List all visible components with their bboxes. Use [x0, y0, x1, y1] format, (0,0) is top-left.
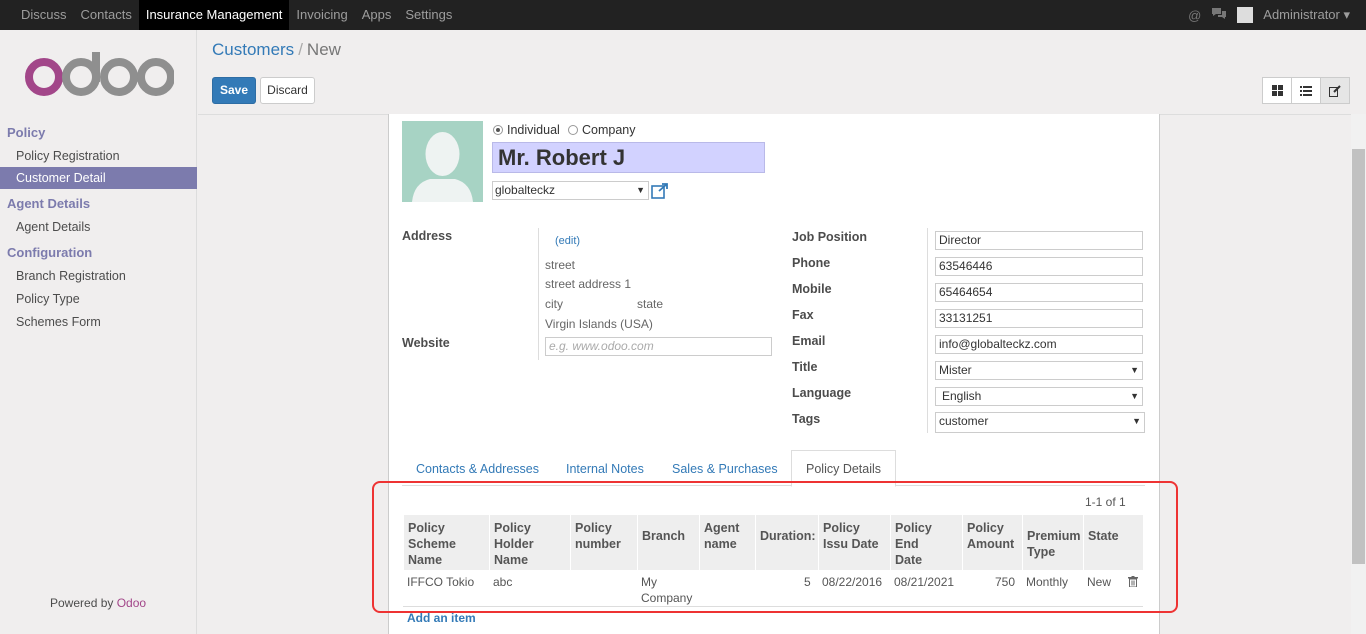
at-sign-icon[interactable]: @ — [1188, 8, 1201, 23]
mobile-input[interactable]: 65464654 — [935, 283, 1143, 302]
list-icon — [1300, 85, 1312, 96]
menu-insurance-management[interactable]: Insurance Management — [138, 0, 290, 30]
menu-invoicing[interactable]: Invoicing — [289, 0, 354, 30]
email-input[interactable]: info@globalteckz.com — [935, 335, 1143, 354]
chevron-down-icon: ▼ — [636, 185, 645, 195]
breadcrumb-current: New — [306, 40, 341, 59]
tab-contacts-addresses[interactable]: Contacts & Addresses — [416, 462, 539, 476]
menu-apps[interactable]: Apps — [355, 0, 399, 30]
street2-field[interactable]: street address 1 — [545, 277, 631, 291]
tags-select[interactable]: customer ▼ — [935, 412, 1145, 433]
edit-icon — [1329, 84, 1341, 97]
app-menu: Discuss Contacts Insurance Management In… — [14, 0, 459, 30]
radio-individual[interactable]: Individual — [493, 123, 560, 137]
user-name: Administrator — [1263, 7, 1340, 22]
title-label: Title — [792, 360, 818, 374]
sidebar-section-configuration: Configuration — [7, 245, 93, 260]
sidebar-item-customer-detail[interactable]: Customer Detail — [0, 167, 197, 189]
radio-individual-dot[interactable] — [493, 125, 503, 135]
breadcrumb: Customers / New — [212, 40, 341, 59]
radio-company-dot[interactable] — [568, 125, 578, 135]
fax-label: Fax — [792, 308, 814, 322]
tags-label: Tags — [792, 412, 821, 426]
user-menu[interactable]: Administrator ▾ — [1263, 7, 1350, 23]
mobile-label: Mobile — [792, 282, 832, 296]
language-select[interactable]: English ▼ — [935, 387, 1143, 406]
chat-icon[interactable] — [1211, 7, 1227, 23]
chevron-down-icon: ▼ — [1130, 391, 1139, 401]
menu-discuss[interactable]: Discuss — [14, 0, 74, 30]
title-select[interactable]: Mister ▼ — [935, 361, 1143, 380]
sidebar-item-branch-registration[interactable]: Branch Registration — [0, 265, 197, 287]
discard-button[interactable]: Discard — [260, 77, 315, 104]
kanban-icon — [1271, 85, 1283, 96]
title-select-value: Mister — [939, 363, 972, 377]
state-field[interactable]: state — [637, 297, 663, 311]
sidebar-section-agent-details: Agent Details — [7, 196, 91, 211]
country-field[interactable]: Virgin Islands (USA) — [545, 317, 653, 331]
company-select-value: globalteckz — [495, 183, 556, 197]
phone-label: Phone — [792, 256, 831, 270]
save-button[interactable]: Save — [212, 77, 256, 104]
website-input[interactable]: e.g. www.odoo.com — [545, 337, 772, 356]
job-position-label: Job Position — [792, 230, 867, 244]
sidebar-section-policy: Policy — [7, 125, 46, 140]
highlight-annotation — [372, 481, 1178, 613]
powered-by-text: Powered by — [50, 596, 114, 610]
odoo-logo — [25, 52, 174, 96]
email-label: Email — [792, 334, 826, 348]
divider — [927, 228, 928, 433]
sidebar-item-agent-details[interactable]: Agent Details — [0, 216, 197, 238]
tab-sales-purchases[interactable]: Sales & Purchases — [672, 462, 778, 476]
address-label: Address — [402, 229, 453, 243]
menu-settings[interactable]: Settings — [398, 0, 459, 30]
scrollbar[interactable] — [1351, 114, 1366, 634]
phone-input[interactable]: 63546446 — [935, 257, 1143, 276]
menu-contacts[interactable]: Contacts — [74, 0, 139, 30]
sidebar-item-policy-type[interactable]: Policy Type — [0, 288, 197, 310]
divider — [538, 228, 539, 360]
tags-select-value: customer — [939, 414, 989, 428]
job-position-input[interactable]: Director — [935, 231, 1143, 250]
language-label: Language — [792, 386, 852, 400]
list-view-button[interactable] — [1291, 77, 1321, 104]
language-select-value: English — [942, 389, 982, 403]
company-select[interactable]: globalteckz ▼ — [492, 181, 649, 200]
fax-input[interactable]: 33131251 — [935, 309, 1143, 328]
tab-internal-notes[interactable]: Internal Notes — [566, 462, 644, 476]
city-field[interactable]: city — [545, 297, 563, 311]
chevron-down-icon: ▼ — [1132, 416, 1141, 426]
radio-company[interactable]: Company — [568, 123, 636, 137]
chevron-down-icon: ▼ — [1130, 365, 1139, 375]
powered-by-odoo-link[interactable]: Odoo — [117, 596, 146, 610]
powered-by: Powered by Odoo — [50, 596, 146, 610]
sidebar-item-schemes-form[interactable]: Schemes Form — [0, 311, 197, 333]
customer-avatar[interactable] — [402, 121, 483, 202]
top-navbar: Discuss Contacts Insurance Management In… — [0, 0, 1366, 30]
address-edit-link[interactable]: (edit) — [555, 235, 580, 247]
user-avatar[interactable] — [1237, 7, 1254, 23]
street-field[interactable]: street — [545, 258, 575, 272]
scrollbar-thumb[interactable] — [1352, 149, 1365, 564]
form-view-button[interactable] — [1320, 77, 1350, 104]
breadcrumb-customers[interactable]: Customers — [212, 40, 294, 59]
kanban-view-button[interactable] — [1262, 77, 1292, 104]
external-link-icon[interactable] — [651, 183, 669, 199]
add-item-link[interactable]: Add an item — [407, 611, 476, 625]
customer-name-input[interactable]: Mr. Robert J — [492, 142, 765, 173]
website-label: Website — [402, 336, 450, 350]
radio-company-label: Company — [582, 123, 636, 137]
view-switcher — [1262, 77, 1350, 104]
sidebar-item-policy-registration[interactable]: Policy Registration — [0, 145, 197, 167]
radio-individual-label: Individual — [507, 123, 560, 137]
